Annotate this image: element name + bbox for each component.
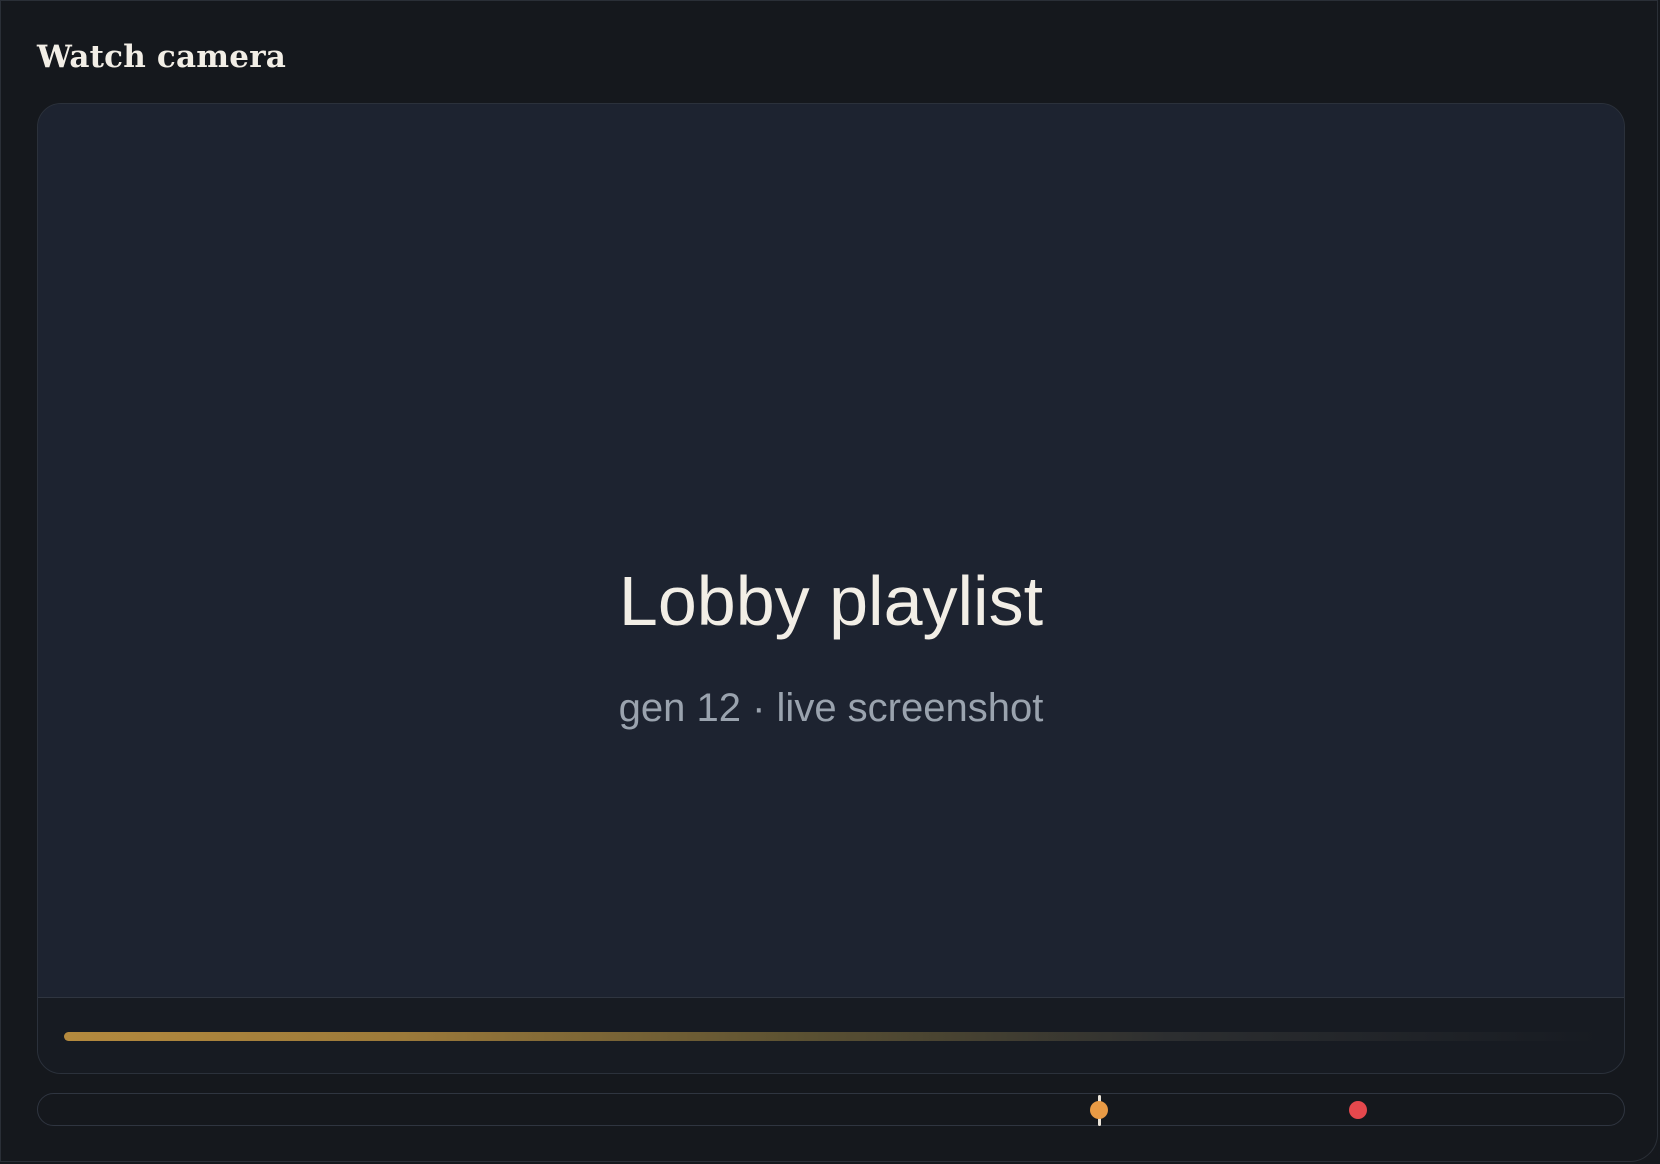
current-position-marker[interactable] <box>1090 1101 1108 1119</box>
screenshot-display: Lobby playlist gen 12 · live screenshot <box>38 104 1624 997</box>
camera-viewer[interactable]: Lobby playlist gen 12 · live screenshot <box>37 103 1625 1074</box>
playlist-title: Lobby playlist <box>618 562 1044 640</box>
progress-bar <box>64 1032 1598 1041</box>
timeline-scrubber[interactable] <box>37 1093 1625 1126</box>
progress-strip <box>38 997 1624 1073</box>
event-marker[interactable] <box>1349 1101 1367 1119</box>
watch-camera-panel: Watch camera Lobby playlist gen 12 · liv… <box>0 0 1658 1162</box>
page-title: Watch camera <box>37 39 287 75</box>
screenshot-subtitle: gen 12 · live screenshot <box>618 686 1044 730</box>
